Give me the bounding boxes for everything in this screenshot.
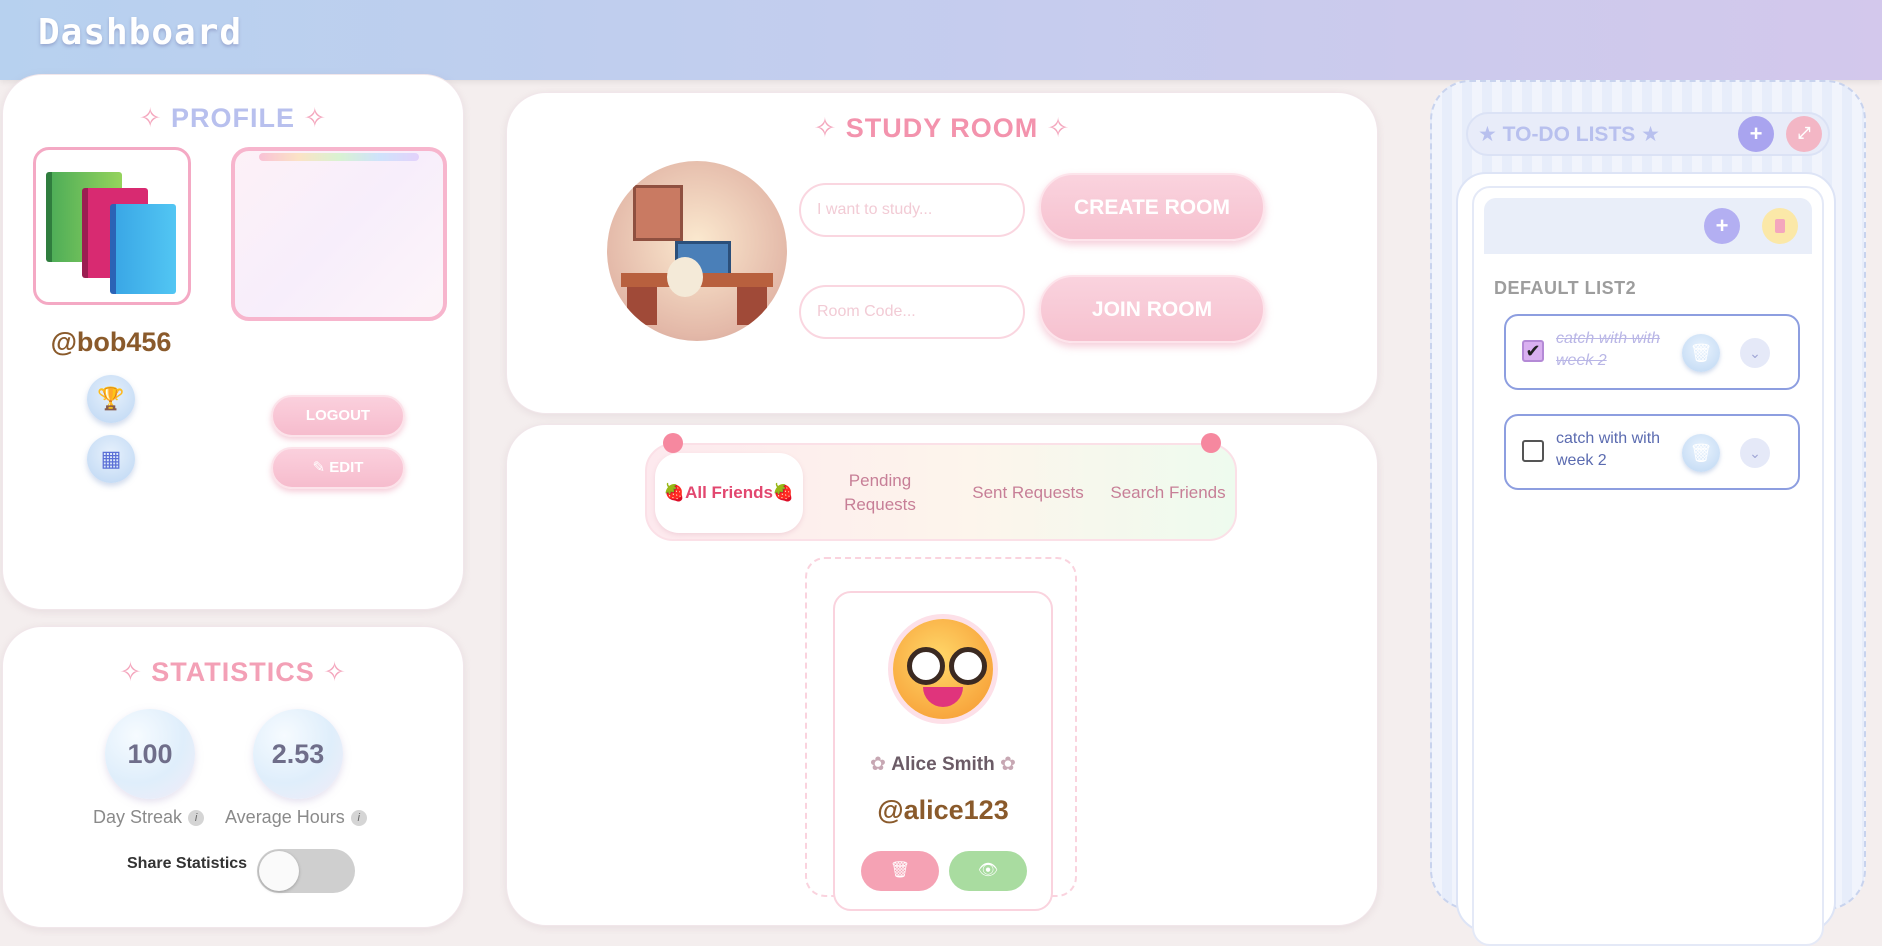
todo-item: catch with with week 2 🗑 ⌄: [1504, 414, 1800, 490]
study-room-title: ✧ STUDY ROOM ✧: [813, 113, 1071, 143]
logout-button[interactable]: LOGOUT: [271, 395, 405, 437]
study-topic-input[interactable]: I want to study...: [799, 183, 1025, 237]
view-friend-button[interactable]: 👁: [949, 851, 1027, 891]
average-hours-label: Average Hours i: [225, 807, 367, 828]
share-statistics-toggle[interactable]: [257, 849, 355, 893]
create-room-button[interactable]: CREATE ROOM: [1039, 173, 1265, 241]
friends-tabs: 🍓All Friends🍓 Pending Requests Sent Requ…: [645, 443, 1237, 541]
todo-list: + DEFAULT LIST2 ✔ catch with with week 2…: [1472, 186, 1824, 946]
average-hours-value: 2.53: [253, 709, 343, 799]
top-bar: Dashboard: [0, 0, 1882, 80]
delete-list-button[interactable]: [1762, 208, 1798, 244]
todo-lists-container: + DEFAULT LIST2 ✔ catch with with week 2…: [1456, 172, 1836, 946]
profile-title: ✧ PROFILE ✧: [138, 103, 328, 133]
statistics-card: ✧ STATISTICS ✧ 100 2.53 Day Streak i Aver…: [2, 626, 464, 928]
profile-bio-frame: [231, 147, 447, 321]
eye-icon: 👁: [977, 862, 999, 879]
sparkle-icon: ✧: [314, 657, 347, 687]
plus-icon: +: [1715, 213, 1729, 238]
nerd-face-avatar: [893, 619, 993, 719]
pin-icon: [1201, 433, 1221, 453]
friend-name: ✿ Alice Smith ✿: [870, 754, 1016, 775]
trash-icon: 🗑: [889, 862, 911, 879]
study-room-card: ✧ STUDY ROOM ✧ I want to study... Room C…: [506, 92, 1378, 414]
flower-icon: ✿: [994, 754, 1016, 775]
sparkle-icon: ✧: [119, 657, 152, 687]
toggle-knob: [259, 851, 299, 891]
friend-handle: @alice123: [877, 795, 1009, 825]
day-streak-value: 100: [105, 709, 195, 799]
join-room-button[interactable]: JOIN ROOM: [1039, 275, 1265, 343]
chevron-down-icon: ⌄: [1749, 444, 1761, 461]
sparkle-icon: ✧: [295, 103, 328, 133]
profile-avatar[interactable]: [33, 147, 191, 305]
add-list-button[interactable]: +: [1738, 116, 1774, 152]
sparkle-icon: ✧: [813, 113, 846, 143]
todo-item: ✔ catch with with week 2 🗑 ⌄: [1504, 314, 1800, 390]
share-statistics-label: Share Statistics: [127, 855, 248, 872]
calendar-icon[interactable]: ▦: [87, 435, 135, 483]
chevron-down-icon: ⌄: [1749, 344, 1761, 361]
todo-header: ★ TO-DO LISTS ★ + ⤢: [1466, 112, 1830, 156]
expand-item-button[interactable]: ⌄: [1740, 438, 1770, 468]
delete-item-button[interactable]: 🗑: [1682, 334, 1720, 372]
list-toolbar: +: [1484, 198, 1812, 254]
tab-search-friends[interactable]: Search Friends: [1105, 453, 1231, 533]
room-code-input[interactable]: Room Code...: [799, 285, 1025, 339]
todo-panel: ★ TO-DO LISTS ★ + ⤢ + DEFAULT LIST2 ✔ ca…: [1430, 80, 1866, 946]
tab-all-friends[interactable]: 🍓All Friends🍓: [655, 453, 803, 533]
expand-item-button[interactable]: ⌄: [1740, 338, 1770, 368]
expand-button[interactable]: ⤢: [1786, 116, 1822, 152]
trash-icon: [1775, 219, 1785, 233]
add-item-button[interactable]: +: [1704, 208, 1740, 244]
info-icon[interactable]: i: [350, 810, 367, 827]
statistics-title: ✧ STATISTICS ✧: [119, 657, 347, 687]
trophy-icon[interactable]: 🏆: [87, 375, 135, 423]
item-checkbox[interactable]: [1522, 440, 1544, 462]
item-checkbox[interactable]: ✔: [1522, 340, 1544, 362]
info-icon[interactable]: i: [188, 810, 205, 827]
flower-icon: ✿: [870, 754, 892, 775]
trash-icon: 🗑: [1689, 442, 1713, 463]
day-streak-label: Day Streak i: [93, 807, 205, 828]
friends-card: 🍓All Friends🍓 Pending Requests Sent Requ…: [506, 424, 1378, 926]
list-title: DEFAULT LIST2: [1494, 278, 1637, 298]
delete-item-button[interactable]: 🗑: [1682, 434, 1720, 472]
profile-username: @bob456: [50, 327, 172, 357]
sparkle-icon: ✧: [1038, 113, 1071, 143]
study-room-illustration: [607, 161, 787, 341]
friend-card[interactable]: ✿ Alice Smith ✿ @alice123 🗑 👁: [833, 591, 1053, 911]
page-title: Dashboard: [38, 12, 243, 53]
trash-icon: 🗑: [1689, 342, 1713, 363]
edit-button[interactable]: ✎ EDIT: [271, 447, 405, 489]
friend-list: ✿ Alice Smith ✿ @alice123 🗑 👁: [805, 557, 1077, 911]
todo-title: ★ TO-DO LISTS ★: [1478, 123, 1660, 146]
expand-icon: ⤢: [1797, 125, 1811, 142]
plus-icon: +: [1749, 121, 1763, 146]
tab-sent-requests[interactable]: Sent Requests: [953, 453, 1103, 533]
item-text: catch with with week 2: [1556, 430, 1661, 469]
remove-friend-button[interactable]: 🗑: [861, 851, 939, 891]
sparkle-icon: ✧: [138, 103, 171, 133]
pin-icon: [663, 433, 683, 453]
item-text: catch with with week 2: [1556, 330, 1661, 369]
profile-card: ✧ PROFILE ✧ @bob456 🏆 ▦ LOGOUT ✎ EDIT: [2, 74, 464, 610]
tab-pending-requests[interactable]: Pending Requests: [811, 453, 949, 533]
